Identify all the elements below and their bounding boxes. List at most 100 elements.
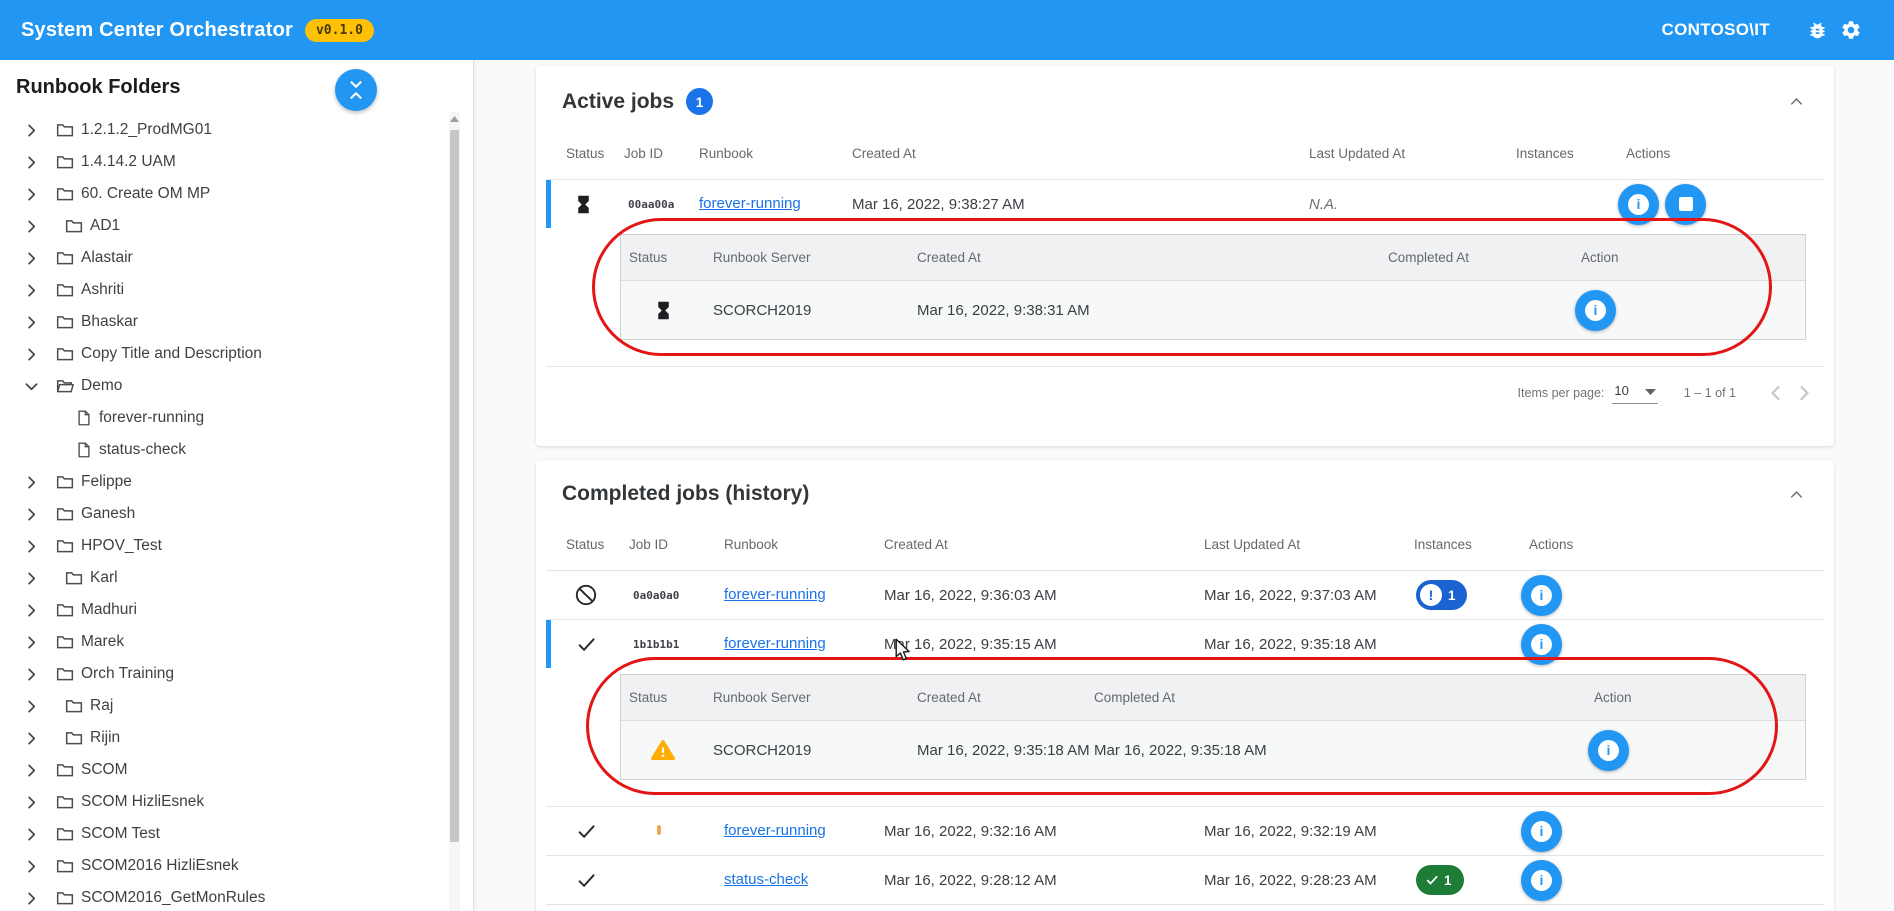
chevron-right-icon[interactable] <box>22 793 41 812</box>
job-details-button[interactable]: i <box>1575 290 1616 331</box>
instances-count: 1 <box>1444 873 1452 888</box>
sidebar-folder-scom-hizliesnek[interactable]: SCOM HizliEsnek <box>0 786 473 818</box>
sidebar-folder-madhuri[interactable]: Madhuri <box>0 594 473 626</box>
runbook-link[interactable]: forever-running <box>724 822 826 839</box>
job-details-button[interactable]: i <box>1521 575 1562 616</box>
instances-badge[interactable]: !1 <box>1416 580 1467 610</box>
job-details-button[interactable]: i <box>1618 184 1659 225</box>
chevron-right-icon[interactable] <box>22 633 41 652</box>
chevron-right-icon[interactable] <box>22 537 41 556</box>
sidebar-folder-bhaskar[interactable]: Bhaskar <box>0 306 473 338</box>
chevron-right-icon[interactable] <box>22 313 41 332</box>
folder-icon <box>64 728 84 748</box>
chevron-right-icon[interactable] <box>22 217 41 236</box>
chevron-right-icon[interactable] <box>22 153 41 172</box>
content-area: Runbook Folders 1.2.1.2_ProdMG011.4.14.2… <box>0 60 1894 911</box>
sidebar-folder-marek[interactable]: Marek <box>0 626 473 658</box>
previous-page-button[interactable] <box>1762 381 1790 405</box>
gear-icon[interactable] <box>1834 13 1868 47</box>
chevron-right-icon[interactable] <box>22 761 41 780</box>
collapse-section-icon[interactable] <box>1787 92 1808 111</box>
sidebar-runbook-forever-running[interactable]: forever-running <box>0 402 473 434</box>
active-jobs-count-badge: 1 <box>686 88 713 115</box>
chevron-right-icon[interactable] <box>22 889 41 908</box>
sidebar-folder-demo[interactable]: Demo <box>0 370 473 402</box>
chevron-down-icon[interactable] <box>22 377 41 396</box>
chevron-right-icon[interactable] <box>22 729 41 748</box>
runbook-link[interactable]: forever-running <box>724 586 826 603</box>
folder-icon <box>64 216 84 236</box>
folder-icon <box>55 120 75 140</box>
sidebar-folder-rijin[interactable]: Rijin <box>0 722 473 754</box>
page-size-select[interactable]: 10 <box>1612 383 1657 404</box>
scrollbar-thumb[interactable] <box>450 130 459 842</box>
sidebar-runbook-status-check[interactable]: status-check <box>0 434 473 466</box>
sidebar-folder-alastair[interactable]: Alastair <box>0 242 473 274</box>
job-id <box>621 825 716 838</box>
sidebar-folder-felippe[interactable]: Felippe <box>0 466 473 498</box>
bug-icon[interactable] <box>1800 13 1834 47</box>
sidebar-folder-60-create-om-mp[interactable]: 60. Create OM MP <box>0 178 473 210</box>
sidebar-folder-ashriti[interactable]: Ashriti <box>0 274 473 306</box>
sidebar-folder-hpov-test[interactable]: HPOV_Test <box>0 530 473 562</box>
job-row[interactable]: 1b1b1b1forever-runningMar 16, 2022, 9:35… <box>546 620 1824 668</box>
runbook-link[interactable]: forever-running <box>724 635 826 652</box>
check-icon <box>575 869 598 892</box>
stop-job-button[interactable] <box>1665 184 1706 225</box>
job-details-button[interactable]: i <box>1588 730 1629 771</box>
sidebar-folder-copy-title-and-description[interactable]: Copy Title and Description <box>0 338 473 370</box>
chevron-right-icon[interactable] <box>22 281 41 300</box>
sidebar-folder-ad1[interactable]: AD1 <box>0 210 473 242</box>
chevron-right-icon[interactable] <box>22 505 41 524</box>
sidebar-folder-1-2-1-2-prodmg01[interactable]: 1.2.1.2_ProdMG01 <box>0 114 473 146</box>
job-details-button[interactable]: i <box>1521 811 1562 852</box>
tree-item-label: Madhuri <box>81 601 137 619</box>
job-details-button[interactable]: i <box>1521 624 1562 665</box>
sidebar-folder-scom2016-hizliesnek[interactable]: SCOM2016 HizliEsnek <box>0 850 473 882</box>
column-header: Last Updated At <box>1196 537 1406 552</box>
chevron-right-icon[interactable] <box>22 345 41 364</box>
status-cell <box>551 820 621 843</box>
folder-icon <box>55 888 75 908</box>
job-details-button[interactable]: i <box>1521 860 1562 901</box>
chevron-right-icon[interactable] <box>22 697 41 716</box>
job-row[interactable]: forever-runningMar 16, 2022, 9:32:16 AMM… <box>546 807 1824 855</box>
chevron-right-icon[interactable] <box>22 249 41 268</box>
sidebar-folder-scom[interactable]: SCOM <box>0 754 473 786</box>
runbook-link[interactable]: forever-running <box>699 195 801 212</box>
chevron-right-icon[interactable] <box>22 601 41 620</box>
sidebar-folder-karl[interactable]: Karl <box>0 562 473 594</box>
job-row[interactable]: status-checkMar 16, 2022, 9:28:12 AMMar … <box>546 856 1824 904</box>
chevron-right-icon[interactable] <box>22 569 41 588</box>
chevron-right-icon[interactable] <box>22 473 41 492</box>
active-jobs-table: StatusJob IDRunbookCreated AtLast Update… <box>546 127 1824 367</box>
chevron-right-icon[interactable] <box>22 185 41 204</box>
sidebar: Runbook Folders 1.2.1.2_ProdMG011.4.14.2… <box>0 60 474 911</box>
scrollbar-up-arrow-icon[interactable] <box>449 112 460 125</box>
runbook-link[interactable]: status-check <box>724 871 808 888</box>
chevron-right-icon[interactable] <box>22 857 41 876</box>
sidebar-folder-ganesh[interactable]: Ganesh <box>0 498 473 530</box>
next-page-button[interactable] <box>1790 381 1818 405</box>
file-icon <box>75 408 93 428</box>
info-icon: i <box>1531 870 1552 891</box>
sidebar-folder-orch-training[interactable]: Orch Training <box>0 658 473 690</box>
sidebar-scrollbar[interactable] <box>449 112 460 911</box>
subtable-column-header: Action <box>1586 690 1805 705</box>
sidebar-folder-scom2016-getmonrules[interactable]: SCOM2016_GetMonRules <box>0 882 473 911</box>
job-row[interactable]: 0a0a0a0forever-runningMar 16, 2022, 9:36… <box>546 571 1824 619</box>
chevron-right-icon[interactable] <box>22 665 41 684</box>
folder-icon <box>55 600 75 620</box>
sidebar-folder-raj[interactable]: Raj <box>0 690 473 722</box>
chevron-right-icon[interactable] <box>22 121 41 140</box>
collapse-all-button[interactable] <box>335 69 377 111</box>
subtable-column-header: Completed At <box>1380 250 1573 265</box>
job-row[interactable]: 00aa00aforever-runningMar 16, 2022, 9:38… <box>546 180 1824 228</box>
sidebar-folder-1-4-14-2-uam[interactable]: 1.4.14.2 UAM <box>0 146 473 178</box>
subtable-column-header: Created At <box>909 250 1380 265</box>
instances-badge[interactable]: 1 <box>1416 865 1464 895</box>
check-icon <box>1425 873 1439 887</box>
collapse-section-icon[interactable] <box>1787 485 1808 504</box>
sidebar-folder-scom-test[interactable]: SCOM Test <box>0 818 473 850</box>
chevron-right-icon[interactable] <box>22 825 41 844</box>
